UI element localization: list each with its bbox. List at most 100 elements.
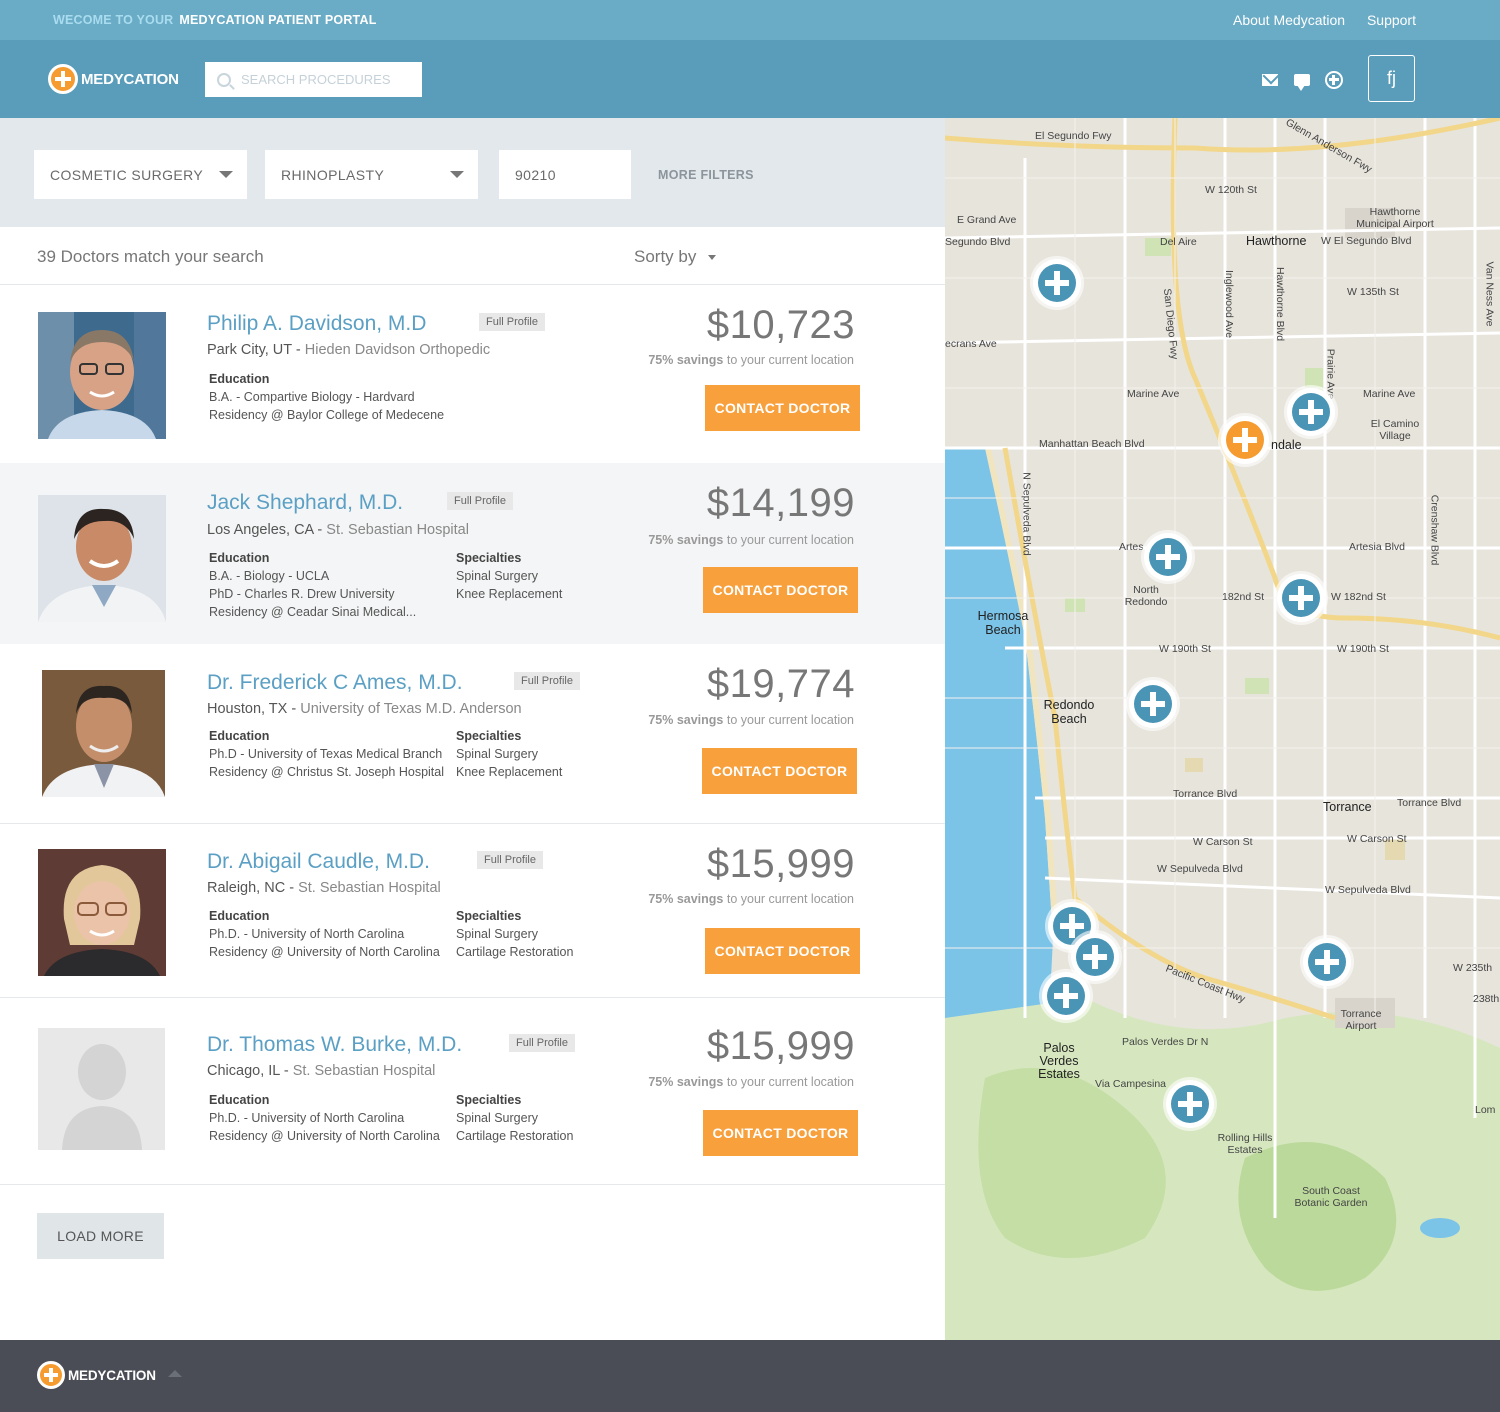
full-profile-badge[interactable]: Full Profile (477, 851, 543, 869)
doctor-location-pin[interactable] (1277, 574, 1325, 622)
zip-input[interactable]: 90210 (499, 150, 631, 199)
doctor-location-pin[interactable] (1129, 680, 1177, 728)
full-profile-badge[interactable]: Full Profile (509, 1034, 575, 1052)
doctor-name[interactable]: Philip A. Davidson, M.D (207, 312, 426, 336)
map-label: Torrance Airport (1340, 1008, 1382, 1032)
doctor-hospital: St. Sebastian Hospital (298, 880, 441, 896)
savings-percent: 75% savings (648, 533, 724, 547)
savings-detail: to your current location (723, 533, 854, 547)
doctor-photo[interactable] (42, 670, 165, 797)
doctor-city: Chicago, IL - (207, 1063, 289, 1079)
savings-text: 75% savings to your current location (648, 713, 854, 727)
map-label: Hawthorne (1246, 234, 1307, 248)
doctor-location-pin[interactable] (1287, 388, 1335, 436)
load-more-button[interactable]: LOAD MORE (37, 1213, 164, 1259)
doctor-name[interactable]: Dr. Abigail Caudle, M.D. (207, 850, 430, 874)
full-profile-badge[interactable]: Full Profile (514, 672, 580, 690)
doctor-location-pin[interactable] (1033, 259, 1081, 307)
search-icon (217, 72, 231, 87)
scroll-top-icon[interactable] (168, 1370, 182, 1377)
map-label: N Sepulveda Blvd (1020, 472, 1033, 556)
doctor-location-pin[interactable] (1071, 933, 1119, 981)
procedure-price: $19,774 (706, 662, 855, 706)
filter-bar: COSMETIC SURGERY RHINOPLASTY 90210 MORE … (0, 118, 945, 227)
map-label: Redondo Beach (1043, 698, 1095, 726)
selected-location-pin[interactable] (1221, 416, 1269, 464)
procedure-select[interactable]: RHINOPLASTY (265, 150, 478, 199)
doctor-card: Dr. Abigail Caudle, M.D. Full Profile Ra… (0, 824, 945, 997)
more-filters-link[interactable]: MORE FILTERS (658, 168, 754, 182)
doctor-photo-placeholder[interactable] (38, 1028, 165, 1150)
medycation-logo-icon (37, 1361, 65, 1389)
sort-dropdown[interactable]: Sorty by (634, 247, 717, 267)
doctor-photo[interactable] (38, 312, 166, 439)
savings-text: 75% savings to your current location (648, 533, 854, 547)
doctor-name[interactable]: Dr. Frederick C Ames, M.D. (207, 671, 463, 695)
full-profile-badge[interactable]: Full Profile (447, 492, 513, 510)
contact-doctor-button[interactable]: CONTACT DOCTOR (702, 748, 857, 794)
doctor-location-pin[interactable] (1303, 938, 1351, 986)
results-map[interactable]: El Segundo Fwy Glenn Anderson Fwy W 120t… (945, 118, 1500, 1340)
contact-doctor-button[interactable]: CONTACT DOCTOR (703, 1110, 858, 1156)
contact-doctor-button[interactable]: CONTACT DOCTOR (703, 567, 858, 613)
education-column: Education B.A. - Biology - UCLA PhD - Ch… (209, 549, 416, 621)
map-label: Segundo Blvd (945, 236, 1011, 248)
specialties-heading: Specialties (456, 1093, 522, 1107)
doctor-name[interactable]: Jack Shephard, M.D. (207, 491, 403, 515)
education-column: Education Ph.D - University of Texas Med… (209, 727, 444, 781)
add-circle-icon[interactable] (1324, 70, 1344, 90)
contact-doctor-button[interactable]: CONTACT DOCTOR (705, 928, 860, 974)
header-icons (1260, 70, 1356, 91)
procedure-price: $14,199 (706, 481, 855, 525)
map-label: Lom (1475, 1104, 1496, 1116)
map-label: Del Aire (1160, 236, 1197, 248)
mail-icon[interactable] (1260, 70, 1280, 90)
map-label: Palos Verdes Estates (1038, 1041, 1080, 1081)
page-footer: MEDYCATION (0, 1340, 1500, 1412)
education-heading: Education (209, 729, 270, 743)
chevron-down-icon (219, 171, 233, 178)
search-box[interactable] (205, 62, 422, 97)
education-item: PhD - Charles R. Drew University (209, 587, 395, 601)
doctor-name[interactable]: Dr. Thomas W. Burke, M.D. (207, 1033, 462, 1057)
doctor-photo[interactable] (38, 495, 166, 622)
specialty-item: Spinal Surgery (456, 1111, 538, 1125)
footer-logo[interactable]: MEDYCATION (37, 1361, 156, 1389)
doctor-location-pin[interactable] (1166, 1080, 1214, 1128)
savings-text: 75% savings to your current location (648, 353, 854, 367)
full-profile-badge[interactable]: Full Profile (479, 313, 545, 331)
map-label: Palos Verdes Dr N (1122, 1036, 1209, 1048)
specialties-column: Specialties Spinal Surgery Cartilage Res… (456, 1091, 573, 1145)
education-column: Education Ph.D. - University of North Ca… (209, 907, 440, 961)
map-label: 238th (1473, 993, 1500, 1005)
category-select[interactable]: COSMETIC SURGERY (34, 150, 247, 199)
doctor-photo[interactable] (38, 849, 166, 976)
doctor-card: Philip A. Davidson, M.D Full Profile Par… (0, 285, 945, 463)
doctor-location: Los Angeles, CA - St. Sebastian Hospital (207, 522, 469, 538)
education-heading: Education (209, 551, 270, 565)
chat-icon[interactable] (1292, 70, 1312, 91)
medycation-logo-icon (48, 64, 78, 94)
savings-detail: to your current location (723, 1075, 854, 1089)
map-label: Artes (1119, 541, 1144, 553)
doctor-location-pin[interactable] (1144, 533, 1192, 581)
user-avatar-button[interactable]: fj (1368, 55, 1415, 102)
map-label: North Redondo (1124, 584, 1168, 608)
contact-doctor-button[interactable]: CONTACT DOCTOR (705, 385, 860, 431)
brand-logo[interactable]: MEDYCATION (48, 64, 179, 94)
savings-percent: 75% savings (648, 1075, 724, 1089)
footer-brand-name: MEDYCATION (68, 1367, 156, 1383)
map-label: Via Campesina (1095, 1078, 1167, 1090)
search-input[interactable] (241, 72, 411, 87)
map-label: Artesia Blvd (1349, 541, 1406, 553)
about-link[interactable]: About Medycation (1233, 12, 1345, 28)
procedure-value: RHINOPLASTY (281, 166, 385, 183)
support-link[interactable]: Support (1367, 12, 1416, 28)
doctor-location-pin[interactable] (1042, 972, 1090, 1020)
doctor-city: Park City, UT - (207, 342, 301, 358)
procedure-price: $15,999 (706, 842, 855, 886)
map-label: W 190th St (1337, 643, 1389, 655)
doctor-hospital: Hieden Davidson Orthopedic (304, 342, 491, 358)
map-label: El Camino Village (1370, 418, 1420, 442)
specialty-item: Spinal Surgery (456, 927, 538, 941)
